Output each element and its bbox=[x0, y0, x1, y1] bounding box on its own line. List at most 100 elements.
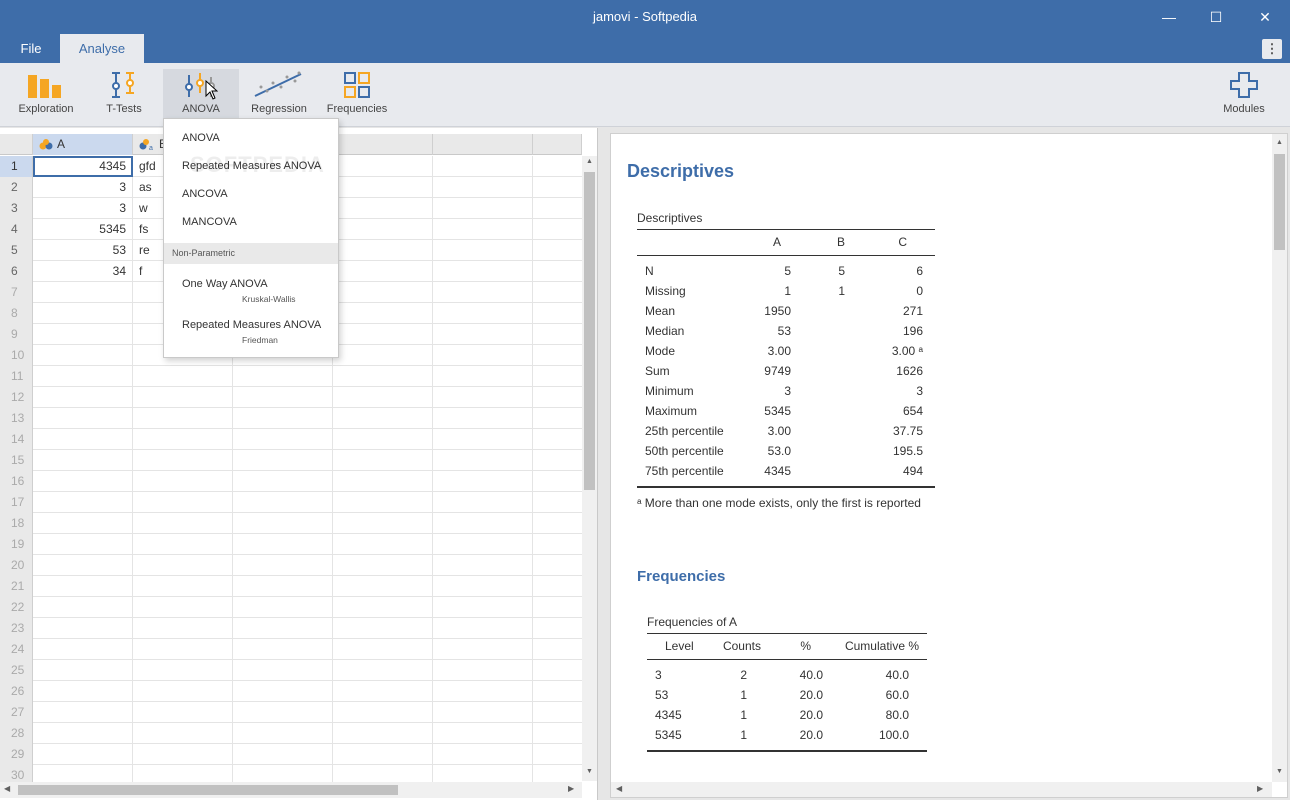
sheet-vertical-scrollbar[interactable]: ▲ ▼ bbox=[582, 156, 597, 781]
menu-item-anova[interactable]: ANOVA bbox=[182, 132, 220, 144]
close-button[interactable]: ✕ bbox=[1242, 0, 1288, 34]
modules-button[interactable]: Modules bbox=[1206, 69, 1282, 123]
row-number[interactable]: 4 bbox=[0, 219, 33, 240]
scroll-thumb[interactable] bbox=[18, 785, 398, 795]
cell-empty[interactable] bbox=[133, 450, 233, 471]
row-number[interactable]: 26 bbox=[0, 681, 33, 702]
row-number[interactable]: 2 bbox=[0, 177, 33, 198]
cell-empty[interactable] bbox=[33, 660, 133, 681]
cell-empty[interactable] bbox=[333, 618, 433, 639]
cell-empty[interactable] bbox=[33, 555, 133, 576]
cell-empty[interactable] bbox=[233, 534, 333, 555]
cell-empty[interactable] bbox=[433, 723, 533, 744]
cell-empty[interactable] bbox=[433, 513, 533, 534]
minimize-button[interactable]: — bbox=[1146, 0, 1192, 34]
cell-empty[interactable] bbox=[133, 534, 233, 555]
cell-empty[interactable] bbox=[433, 702, 533, 723]
anova-button[interactable]: ANOVA bbox=[163, 69, 239, 123]
cell-empty[interactable] bbox=[433, 660, 533, 681]
scroll-thumb[interactable] bbox=[1274, 154, 1285, 250]
cell-empty[interactable] bbox=[433, 429, 533, 450]
cell-empty[interactable] bbox=[433, 198, 533, 219]
cell-a[interactable]: 3 bbox=[33, 177, 133, 198]
cell-empty[interactable] bbox=[33, 681, 133, 702]
cell-empty[interactable] bbox=[133, 471, 233, 492]
cell-empty[interactable] bbox=[133, 618, 233, 639]
column-header-empty[interactable] bbox=[333, 134, 433, 155]
cell-empty[interactable] bbox=[33, 744, 133, 765]
cell-empty[interactable] bbox=[333, 261, 433, 282]
cell-empty[interactable] bbox=[333, 303, 433, 324]
cell-empty[interactable] bbox=[133, 408, 233, 429]
more-options-icon[interactable]: ⋮ bbox=[1262, 39, 1282, 59]
cell-empty[interactable] bbox=[433, 261, 533, 282]
cell-empty[interactable] bbox=[433, 177, 533, 198]
cell-empty[interactable] bbox=[433, 555, 533, 576]
cell-empty[interactable] bbox=[133, 702, 233, 723]
cell-empty[interactable] bbox=[333, 219, 433, 240]
cell-empty[interactable] bbox=[133, 723, 233, 744]
cell-empty[interactable] bbox=[33, 324, 133, 345]
scroll-down-icon[interactable]: ▼ bbox=[1274, 768, 1285, 775]
row-number[interactable]: 11 bbox=[0, 366, 33, 387]
cell-empty[interactable] bbox=[333, 408, 433, 429]
cell-empty[interactable] bbox=[133, 366, 233, 387]
column-header-empty[interactable] bbox=[533, 134, 582, 155]
row-number[interactable]: 13 bbox=[0, 408, 33, 429]
cell-empty[interactable] bbox=[133, 429, 233, 450]
cell-empty[interactable] bbox=[33, 597, 133, 618]
row-number[interactable]: 9 bbox=[0, 324, 33, 345]
row-number[interactable]: 6 bbox=[0, 261, 33, 282]
cell-empty[interactable] bbox=[433, 324, 533, 345]
scroll-up-icon[interactable]: ▲ bbox=[1274, 139, 1285, 146]
cell-empty[interactable] bbox=[133, 660, 233, 681]
row-number[interactable]: 23 bbox=[0, 618, 33, 639]
cell-empty[interactable] bbox=[233, 660, 333, 681]
cell-empty[interactable] bbox=[33, 513, 133, 534]
row-number[interactable]: 12 bbox=[0, 387, 33, 408]
cell-empty[interactable] bbox=[433, 282, 533, 303]
cell-a[interactable]: 53 bbox=[33, 240, 133, 261]
cell-empty[interactable] bbox=[133, 639, 233, 660]
cell-empty[interactable] bbox=[433, 681, 533, 702]
row-number[interactable]: 8 bbox=[0, 303, 33, 324]
cell-empty[interactable] bbox=[133, 576, 233, 597]
cell-empty[interactable] bbox=[33, 702, 133, 723]
cell-empty[interactable] bbox=[233, 450, 333, 471]
row-number[interactable]: 17 bbox=[0, 492, 33, 513]
cell-a[interactable]: 5345 bbox=[33, 219, 133, 240]
cell-empty[interactable] bbox=[433, 492, 533, 513]
cell-empty[interactable] bbox=[33, 345, 133, 366]
cell-empty[interactable] bbox=[333, 702, 433, 723]
menu-item-mancova[interactable]: MANCOVA bbox=[182, 216, 237, 228]
cell-empty[interactable] bbox=[233, 744, 333, 765]
cell-empty[interactable] bbox=[433, 408, 533, 429]
cell-empty[interactable] bbox=[333, 576, 433, 597]
menu-item-one-way-anova[interactable]: One Way ANOVA bbox=[182, 278, 268, 290]
cell-empty[interactable] bbox=[433, 345, 533, 366]
cell-empty[interactable] bbox=[133, 744, 233, 765]
row-number[interactable]: 7 bbox=[0, 282, 33, 303]
row-number[interactable]: 19 bbox=[0, 534, 33, 555]
cell-empty[interactable] bbox=[233, 471, 333, 492]
cell-empty[interactable] bbox=[333, 723, 433, 744]
cell-empty[interactable] bbox=[33, 282, 133, 303]
scroll-up-icon[interactable]: ▲ bbox=[584, 158, 595, 165]
menu-item-ancova[interactable]: ANCOVA bbox=[182, 188, 228, 200]
cell-empty[interactable] bbox=[33, 303, 133, 324]
column-header-empty[interactable] bbox=[433, 134, 533, 155]
cell-empty[interactable] bbox=[33, 576, 133, 597]
cell-empty[interactable] bbox=[233, 681, 333, 702]
results-horizontal-scrollbar[interactable]: ◀ ▶ bbox=[611, 782, 1272, 797]
cell-empty[interactable] bbox=[433, 366, 533, 387]
tab-file[interactable]: File bbox=[8, 34, 54, 63]
row-number[interactable]: 25 bbox=[0, 660, 33, 681]
cell-empty[interactable] bbox=[33, 492, 133, 513]
cell-empty[interactable] bbox=[233, 408, 333, 429]
cell-a[interactable]: 4345 bbox=[33, 156, 133, 177]
cell-empty[interactable] bbox=[233, 597, 333, 618]
column-header-a[interactable]: A bbox=[33, 134, 133, 155]
row-number[interactable]: 10 bbox=[0, 345, 33, 366]
cell-empty[interactable] bbox=[233, 555, 333, 576]
cell-a[interactable]: 3 bbox=[33, 198, 133, 219]
